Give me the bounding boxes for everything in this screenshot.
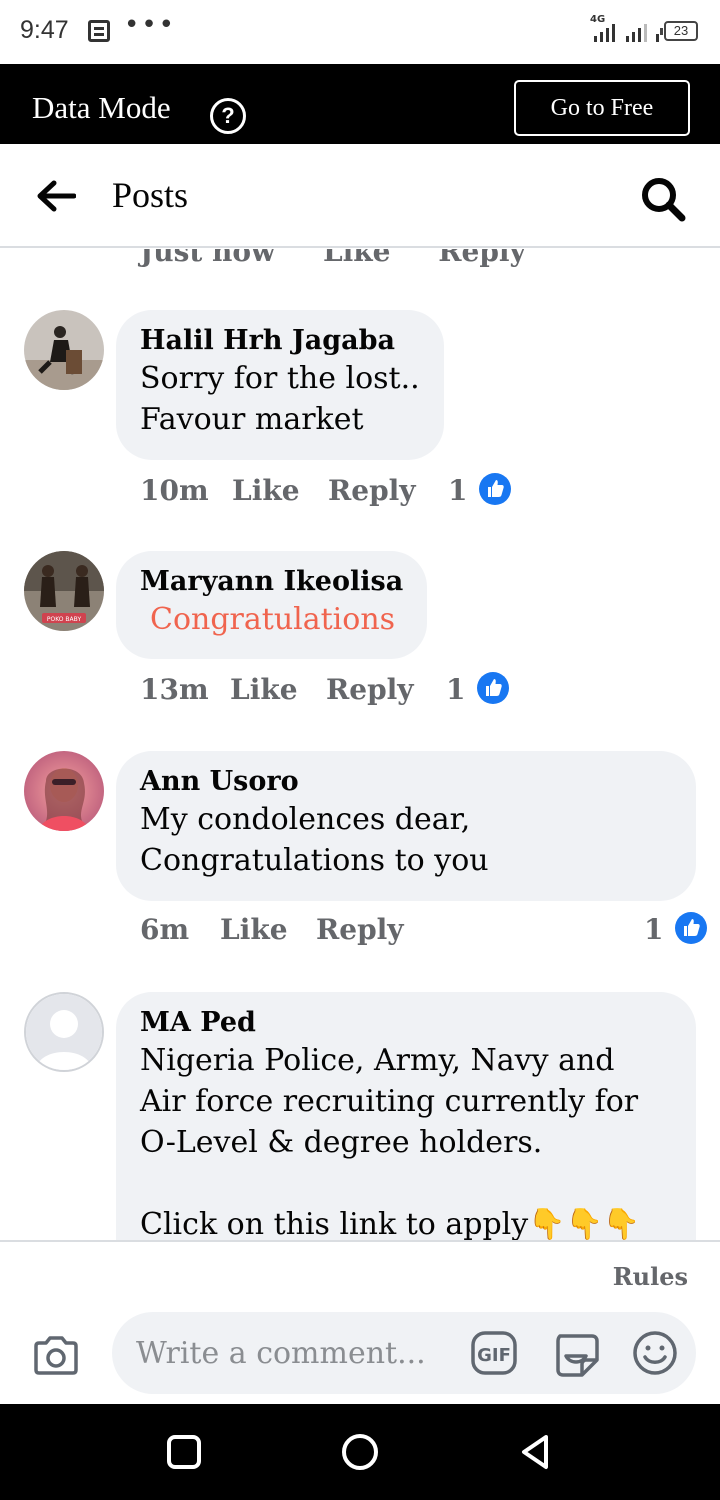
reaction-summary[interactable]: 1 xyxy=(644,911,708,948)
comment-author[interactable]: MA Ped xyxy=(140,1006,672,1040)
reply-link[interactable]: Reply xyxy=(316,913,404,946)
thumbs-up-icon xyxy=(675,911,708,944)
previous-comment-actions: Just now Like Reply xyxy=(140,249,564,268)
comment-text: Favour market xyxy=(140,402,364,437)
system-nav-bar xyxy=(0,1404,720,1500)
comment-author[interactable]: Halil Hrh Jagaba xyxy=(140,324,420,358)
comment-text: Sorry for the lost.. xyxy=(140,361,420,396)
comment-input[interactable] xyxy=(136,1312,456,1394)
comment-text: Air force recruiting currently for xyxy=(140,1084,639,1119)
data-mode-bar: Data Mode ? Go to Free xyxy=(0,64,720,144)
gif-icon[interactable]: GIF xyxy=(470,1330,518,1376)
comment-text xyxy=(140,1163,672,1204)
emoji-icon[interactable] xyxy=(632,1330,678,1376)
thumbs-up-icon xyxy=(479,472,512,505)
default-avatar-icon[interactable] xyxy=(24,992,104,1072)
camera-icon[interactable] xyxy=(32,1334,80,1376)
reaction-count: 1 xyxy=(644,913,664,946)
recent-apps-icon[interactable] xyxy=(164,1432,204,1472)
status-time: 9:47 xyxy=(20,16,69,44)
comment-time: Just now xyxy=(140,249,276,268)
reply-link[interactable]: Reply xyxy=(328,474,416,507)
like-link[interactable]: Like xyxy=(323,249,391,268)
comment-composer: Rules GIF xyxy=(0,1240,720,1404)
svg-text:POKO BABY: POKO BABY xyxy=(47,616,82,623)
network-type: 4G xyxy=(590,14,606,25)
svg-text:GIF: GIF xyxy=(477,1345,511,1366)
back-icon[interactable] xyxy=(516,1432,556,1472)
comment-actions: 10m Like Reply 1 xyxy=(140,472,720,514)
comment-bubble[interactable]: MA Ped Nigeria Police, Army, Navy and Ai… xyxy=(116,992,696,1240)
like-link[interactable]: Like xyxy=(230,673,298,706)
thumbs-up-icon xyxy=(477,671,510,704)
like-link[interactable]: Like xyxy=(232,474,300,507)
comment-text: Congratulations xyxy=(150,602,396,637)
comment-text: Nigeria Police, Army, Navy and xyxy=(140,1043,615,1078)
comment-bubble[interactable]: Maryann Ikeolisa Congratulations xyxy=(116,551,428,659)
status-bar: 9:47 ••• 4G 23 xyxy=(0,0,720,64)
comment-time: 13m xyxy=(140,673,209,706)
avatar[interactable] xyxy=(24,751,104,831)
comment-bubble[interactable]: Halil Hrh Jagaba Sorry for the lost.. Fa… xyxy=(116,310,444,460)
notification-icon xyxy=(88,20,110,42)
comment-actions: 6m Like Reply 1 xyxy=(140,911,708,953)
reaction-summary[interactable]: 1 xyxy=(448,472,512,509)
avatar[interactable] xyxy=(24,310,104,390)
comments-feed[interactable]: Just now Like Reply Halil Hrh Jagaba Sor… xyxy=(0,249,720,1240)
reply-link[interactable]: Reply xyxy=(438,249,526,268)
comment-actions: 13m Like Reply 1 xyxy=(140,671,720,713)
comment-time: 10m xyxy=(140,474,209,507)
comment-text: Click on this link to apply👇👇👇 xyxy=(140,1207,641,1240)
rules-link[interactable]: Rules xyxy=(613,1262,688,1291)
reaction-summary[interactable]: 1 xyxy=(446,671,510,708)
comment-input-box[interactable]: GIF xyxy=(112,1312,696,1394)
comment-text: Congratulations to you xyxy=(140,843,489,878)
back-arrow-icon[interactable] xyxy=(36,178,76,214)
comment-text: O-Level & degree holders. xyxy=(140,1125,543,1160)
comment-author[interactable]: Ann Usoro xyxy=(140,765,672,799)
go-to-free-button[interactable]: Go to Free xyxy=(514,80,690,136)
reaction-count: 1 xyxy=(448,474,468,507)
page-header: Posts xyxy=(0,144,720,248)
help-icon[interactable]: ? xyxy=(210,98,246,134)
home-icon[interactable] xyxy=(340,1432,380,1472)
search-icon[interactable] xyxy=(640,176,686,222)
data-mode-title: Data Mode xyxy=(32,90,171,125)
comment-time: 6m xyxy=(140,913,190,946)
reply-link[interactable]: Reply xyxy=(326,673,414,706)
reaction-count: 1 xyxy=(446,673,466,706)
battery-icon: 23 xyxy=(660,21,698,41)
comment-author[interactable]: Maryann Ikeolisa xyxy=(140,565,403,599)
avatar[interactable]: POKO BABY xyxy=(24,551,104,631)
more-notifications-icon: ••• xyxy=(124,10,177,40)
comment-bubble[interactable]: Ann Usoro My condolences dear, Congratul… xyxy=(116,751,696,901)
comment-text: My condolences dear, xyxy=(140,802,471,837)
page-title: Posts xyxy=(112,175,189,215)
sticker-icon[interactable] xyxy=(552,1330,600,1378)
like-link[interactable]: Like xyxy=(220,913,288,946)
